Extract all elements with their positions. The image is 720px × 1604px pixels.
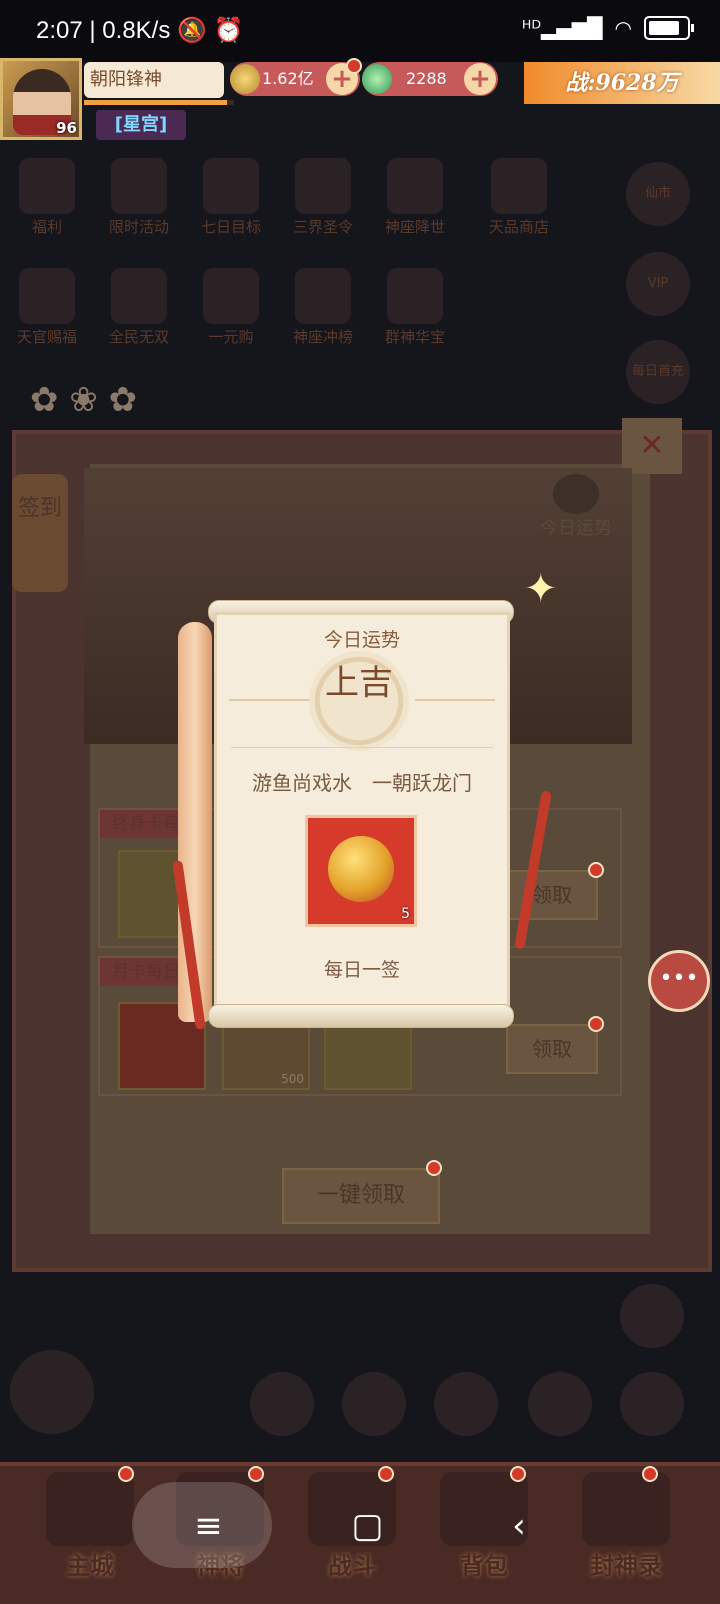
- flower-decoration: ✿ ❀ ✿: [30, 380, 138, 420]
- add-jade-button[interactable]: +: [464, 63, 496, 95]
- shop-icon: [491, 158, 547, 214]
- blessing-icon: [19, 268, 75, 324]
- back-icon[interactable]: ‹: [512, 1506, 526, 1546]
- notification-dot: [588, 1016, 604, 1032]
- event-icon: [111, 158, 167, 214]
- coin-amount: 1.62亿: [262, 69, 314, 88]
- today-fortune-button[interactable]: 今日运势: [530, 474, 622, 544]
- chest-icon: [111, 268, 167, 324]
- menu-limited-event[interactable]: 限时活动: [106, 158, 172, 237]
- menu-ranking[interactable]: 神座冲榜: [290, 268, 356, 347]
- menu-market[interactable]: 仙市: [626, 162, 690, 226]
- player-level: 96: [56, 119, 77, 137]
- notification-dot: [426, 1160, 442, 1176]
- menu-wushuang[interactable]: 全民无双: [106, 268, 172, 347]
- chat-button[interactable]: •••: [648, 950, 710, 1012]
- exp-bar-fill: [84, 100, 227, 105]
- notification-dot: [118, 1466, 134, 1482]
- chat-icon: •••: [659, 966, 699, 991]
- battery-icon: [644, 16, 694, 40]
- coin-icon: [230, 64, 260, 94]
- status-icons: ᴴᴰ▂▄▆█ ◠: [521, 16, 694, 40]
- notification-dot: [248, 1466, 264, 1482]
- jade-resource: 2288 +: [362, 62, 498, 96]
- wifi-icon: ◠: [614, 16, 632, 40]
- treasure-pouch-icon: [328, 836, 394, 902]
- welfare-icon: [19, 158, 75, 214]
- menu-one-yuan[interactable]: 一元购: [198, 268, 264, 347]
- signin-side-tab[interactable]: 签到: [12, 474, 68, 592]
- menu-welfare[interactable]: 福利: [14, 158, 80, 237]
- player-title-badge: [星宫]: [96, 110, 186, 140]
- player-avatar[interactable]: 96: [0, 58, 82, 140]
- monthly-claim-button[interactable]: 领取: [506, 1024, 598, 1074]
- top-bar: 96 朝阳锋神 [星宫] 1.62亿 + 2288 + 战:9628万: [0, 58, 720, 142]
- scroll-bottom-rod: [208, 1004, 514, 1028]
- home-icon[interactable]: ▢: [351, 1506, 383, 1546]
- reward-quantity: 5: [401, 906, 410, 922]
- character-portrait[interactable]: [10, 1350, 94, 1434]
- seven-day-icon: [203, 158, 259, 214]
- menu-tianguan[interactable]: 天官赐福: [14, 268, 80, 347]
- menu-vip[interactable]: VIP: [626, 252, 690, 316]
- combat-power: 战:9628万: [524, 62, 720, 104]
- close-panel-icon[interactable]: ✕: [622, 418, 682, 474]
- notification-dot: [346, 58, 362, 74]
- fortune-footer: 每日一签: [323, 959, 400, 981]
- notification-dot: [378, 1466, 394, 1482]
- notification-dot: [588, 862, 604, 878]
- mail-icon[interactable]: [620, 1284, 684, 1348]
- divider: [415, 699, 495, 701]
- exp-bar: [84, 100, 234, 105]
- order-icon: [295, 158, 351, 214]
- status-bar: 2:07 | 0.8K/s 🔕 ⏰ ᴴᴰ▂▄▆█ ◠: [0, 0, 720, 62]
- jade-amount: 2288: [406, 69, 447, 88]
- sparkle-icon: ✦: [524, 566, 558, 612]
- player-name[interactable]: 朝阳锋神: [84, 62, 224, 98]
- fortune-scroll: 今日运势 上吉 游鱼尚戏水 一朝跃龙门 5 每日一签: [214, 612, 510, 1022]
- menu-icon[interactable]: ≡: [194, 1506, 223, 1546]
- menu-first-recharge[interactable]: 每日首充: [626, 340, 690, 404]
- fortune-result: 上吉: [309, 651, 409, 751]
- menu-treasure[interactable]: 群神华宝: [382, 268, 448, 347]
- hd-signal-icon: ᴴᴰ▂▄▆█: [521, 16, 603, 40]
- fortune-icon: [553, 474, 599, 514]
- jade-icon: [362, 64, 392, 94]
- fortune-verse: 游鱼尚戏水 一朝跃龙门: [252, 771, 472, 795]
- friends-icon[interactable]: [342, 1372, 406, 1436]
- one-click-claim-button[interactable]: 一键领取: [282, 1168, 440, 1224]
- ranking-chart-icon[interactable]: [528, 1372, 592, 1436]
- menu-seven-day[interactable]: 七日目标: [198, 158, 264, 237]
- ranking-icon: [295, 268, 351, 324]
- menu-shenzuo[interactable]: 神座降世: [382, 158, 448, 237]
- system-navigation: ≡ ▢ ‹: [130, 1486, 590, 1566]
- coin-resource: 1.62亿 +: [230, 58, 362, 96]
- task-icon[interactable]: [434, 1372, 498, 1436]
- fortune-title: 今日运势: [323, 629, 400, 651]
- menu-sanjie[interactable]: 三界圣令: [290, 158, 356, 237]
- city-gate-icon: [46, 1472, 134, 1546]
- divider: [229, 699, 309, 701]
- notification-dot: [642, 1466, 658, 1482]
- status-time: 2:07 | 0.8K/s 🔕 ⏰: [36, 17, 244, 44]
- throne-icon: [387, 158, 443, 214]
- divider: [231, 747, 493, 748]
- treasure-icon: [387, 268, 443, 324]
- notification-dot: [510, 1466, 526, 1482]
- mute-icon: 🔕: [177, 17, 207, 44]
- helmet-icon: [582, 1472, 670, 1546]
- fist-icon[interactable]: [250, 1372, 314, 1436]
- alarm-icon: ⏰: [213, 17, 244, 44]
- fortune-reward-item[interactable]: 5: [305, 815, 417, 927]
- more-plus-icon[interactable]: [620, 1372, 684, 1436]
- gift-icon: [203, 268, 259, 324]
- menu-shop[interactable]: 天品商店: [474, 158, 564, 237]
